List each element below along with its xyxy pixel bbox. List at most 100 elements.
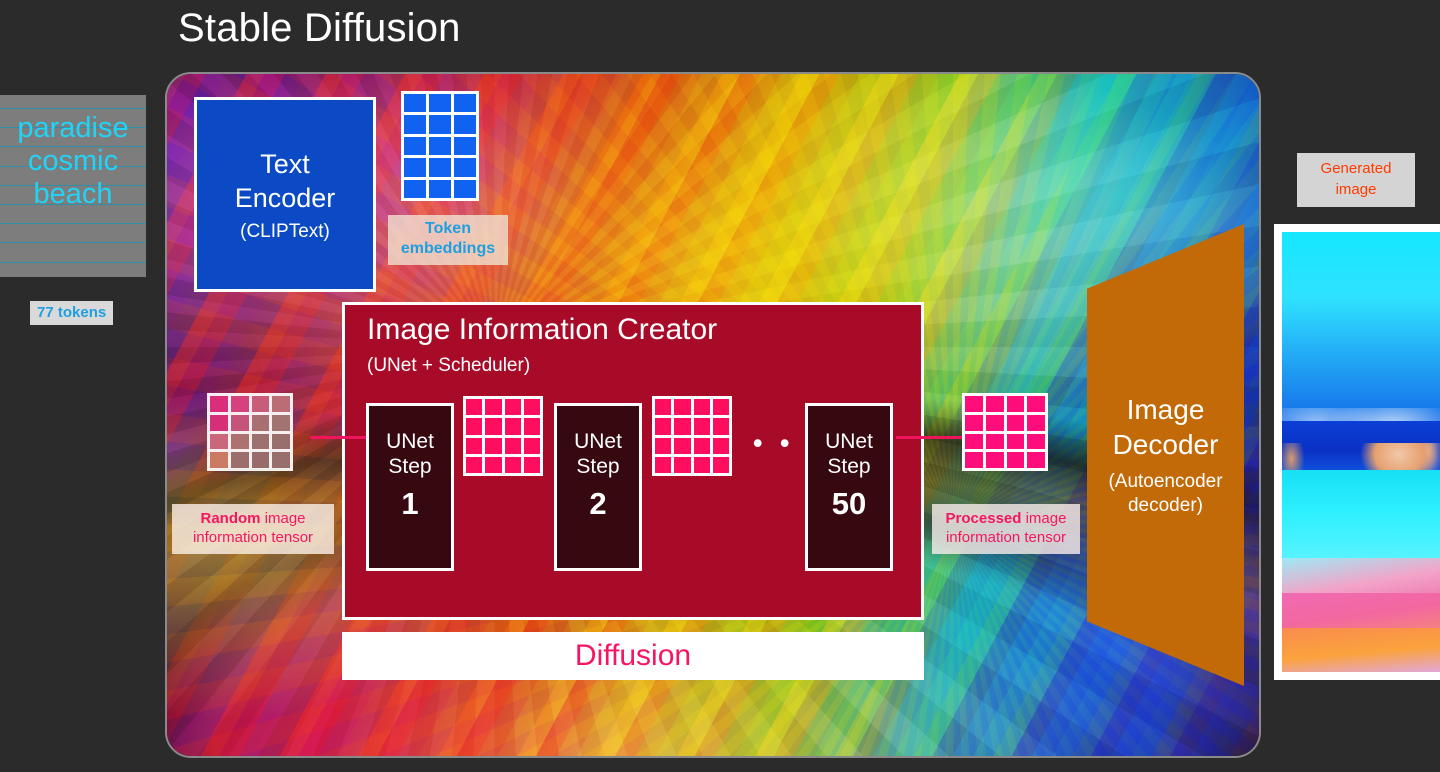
generated-image [1282,232,1440,672]
generated-image-shallow-water [1282,469,1440,567]
latent-cell [674,437,691,454]
processed-tensor-cell [1006,396,1025,412]
processed-tensor-cell [985,396,1004,412]
text-encoder-name-2: Encoder [234,182,336,213]
latent-cell [655,418,672,435]
latent-cell [523,418,540,435]
latent-cell [655,456,672,473]
prompt-line-1: paradise [17,112,129,144]
generated-image-sky [1282,232,1440,426]
processed-tensor-cell [1027,452,1045,468]
generated-image-badge: Generated image [1297,153,1415,207]
latent-cell [693,456,710,473]
latent-cell [693,399,710,416]
token-embedding-cell [454,179,476,198]
unet-step-1: UNet Step 1 [366,403,454,571]
random-tensor-grid [207,393,293,471]
token-embedding-cell [404,158,426,177]
token-embedding-cell [454,115,476,134]
unet-step-50: UNet Step 50 [805,403,893,571]
iic-subtitle: (UNet + Scheduler) [367,355,531,376]
diagram-canvas: Stable Diffusion paradise cosmic beach 7… [0,0,1440,772]
generated-image-orange-sand [1282,628,1440,672]
processed-tensor-cell [1027,396,1045,412]
prompt-rule-line [0,261,146,263]
unet-step-2-number: 2 [589,486,607,521]
latent-cell [466,456,483,473]
random-tensor-cell [210,414,228,431]
processed-tensor-label: Processed image information tensor [932,504,1080,554]
latent-cell [523,456,540,473]
random-tensor-label: Random image information tensor [172,504,334,554]
image-decoder-subtitle-2: decoder) [1127,495,1203,516]
text-encoder-name-1: Text [260,148,310,179]
token-embedding-cell [429,158,451,177]
unet-step-50-word-1: UNet [825,430,873,453]
prompt-rule-line [0,223,146,225]
image-decoder-subtitle-1: (Autoencoder [1108,471,1223,492]
random-tensor-label-bold: Random [200,510,261,527]
prompt-line-2: cosmic [27,145,119,177]
latent-cell [712,399,729,416]
image-decoder-name-2: Decoder [1112,429,1219,460]
latent-cell [466,399,483,416]
token-embedding-cell [429,115,451,134]
random-tensor-cell [272,396,290,412]
token-embedding-cell [429,179,451,198]
latent-cell [693,418,710,435]
processed-tensor-label-bold: Processed [945,510,1022,527]
latent-cell [504,418,521,435]
random-tensor-cell [251,433,270,450]
tokens-count-badge: 77 tokens [30,301,114,325]
unet-step-2: UNet Step 2 [554,403,642,571]
processed-tensor-cell [1006,433,1025,450]
processed-tensor-cell [965,433,983,450]
random-tensor-cell [251,414,270,431]
prompt-text: paradise cosmic beach [0,112,146,211]
prompt-line-3: beach [33,178,113,210]
latent-cell [712,456,729,473]
latent-cell [655,437,672,454]
latent-cell [485,399,502,416]
random-tensor-cell [210,396,228,412]
text-encoder-subtitle: (CLIPText) [240,220,330,242]
arrow-into-unet-1 [310,436,367,439]
random-tensor-cell [210,452,228,468]
processed-tensor-cell [965,452,983,468]
latent-cell [485,437,502,454]
text-encoder-box: Text Encoder (CLIPText) [194,97,376,292]
processed-tensor-cell [985,452,1004,468]
random-tensor-cell [272,414,290,431]
generated-image-badge-2: image [1335,181,1377,198]
latent-cell [523,437,540,454]
random-tensor-cell [272,452,290,468]
random-tensor-cell [230,452,249,468]
processed-tensor-cell [985,433,1004,450]
processed-tensor-cell [1006,452,1025,468]
latent-cell [674,399,691,416]
token-embedding-cell [404,136,426,156]
generated-image-badge-1: Generated [1320,160,1392,177]
latent-cell [504,456,521,473]
prompt-rule-line [0,108,146,109]
prompt-card: paradise cosmic beach [0,95,146,277]
generated-image-rock-stacks [1282,443,1440,470]
token-embedding-cell [429,94,451,113]
random-tensor-cell [230,396,249,412]
processed-tensor-cell [985,414,1004,431]
latent-cell [655,399,672,416]
random-tensor-cell [251,396,270,412]
main-panel: Text Encoder (CLIPText) Token embeddings… [165,72,1261,758]
iic-title: Image Information Creator [367,313,718,346]
latent-cell [674,418,691,435]
unet-step-1-word-1: UNet [386,430,434,453]
latent-cell [485,456,502,473]
latent-cell [504,399,521,416]
unet-step-1-word-2: Step [388,455,432,478]
unet-step-50-number: 50 [831,486,867,521]
random-tensor-cell [230,414,249,431]
token-embedding-cell [404,94,426,113]
token-embedding-cell [404,115,426,134]
token-embedding-cell [454,94,476,113]
generated-image-frame [1274,224,1440,680]
